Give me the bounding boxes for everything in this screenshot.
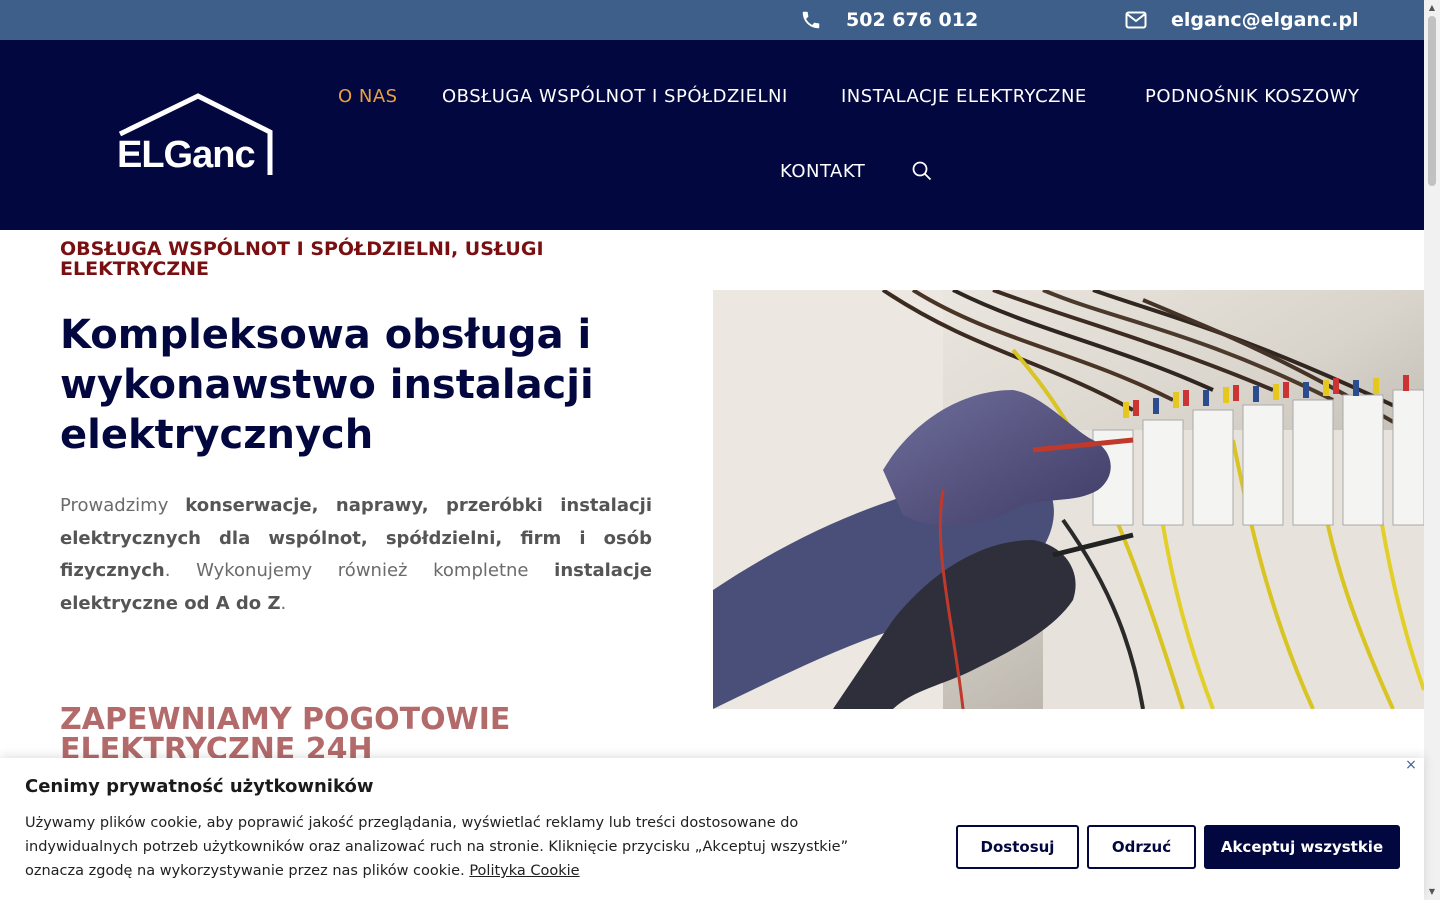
email-link[interactable]: elganc@elganc.pl	[1125, 0, 1359, 40]
scroll-up-arrow-icon[interactable]: ▲	[1424, 0, 1440, 16]
phone-icon	[802, 11, 820, 29]
site-header: ELGanc O NAS OBSŁUGA WSPÓLNOT I SPÓŁDZIE…	[0, 40, 1424, 230]
logo-text: ELGanc	[117, 134, 256, 176]
page-scrollbar[interactable]: ▲ ▼	[1424, 0, 1440, 900]
hero-description: Prowadzimy konserwacje, naprawy, przerób…	[60, 495, 652, 614]
search-button[interactable]	[911, 160, 933, 182]
cookie-text: Używamy plików cookie, aby poprawić jako…	[25, 815, 849, 879]
nav-kontakt[interactable]: KONTAKT	[780, 161, 865, 182]
site-logo[interactable]: ELGanc	[112, 90, 282, 185]
top-contact-bar: 502 676 012 elganc@elganc.pl	[0, 0, 1424, 40]
section-eyebrow: OBSŁUGA WSPÓLNOT I SPÓŁDZIELNI, USŁUGI E…	[60, 238, 544, 280]
electrician-photo	[713, 290, 1424, 709]
customize-button[interactable]: Dostosuj	[956, 825, 1079, 869]
emergency-section-title: ZAPEWNIAMY POGOTOWIE ELEKTRYCZNE 24H	[60, 702, 511, 767]
nav-instalacje-elektryczne[interactable]: INSTALACJE ELEKTRYCZNE	[841, 86, 1087, 107]
nav-podnosnik-koszowy[interactable]: PODNOŚNIK KOSZOWY	[1145, 86, 1359, 107]
phone-link[interactable]: 502 676 012	[800, 0, 978, 40]
cookie-consent-banner: × Cenimy prywatność użytkowników Używamy…	[0, 758, 1424, 900]
phone-number: 502 676 012	[846, 9, 979, 31]
nav-obsluga-wspolnot[interactable]: OBSŁUGA WSPÓLNOT I SPÓŁDZIELNI	[442, 86, 788, 107]
close-icon[interactable]: ×	[1404, 758, 1418, 772]
scrollbar-thumb[interactable]	[1428, 16, 1436, 186]
page-headline: Kompleksowa obsługa i wykonawstwo instal…	[60, 312, 594, 458]
email-address: elganc@elganc.pl	[1171, 9, 1359, 31]
reject-button[interactable]: Odrzuć	[1087, 825, 1196, 869]
accept-all-button[interactable]: Akceptuj wszystkie	[1204, 825, 1400, 869]
search-icon	[912, 161, 932, 181]
scroll-down-arrow-icon[interactable]: ▼	[1424, 884, 1440, 900]
nav-o-nas[interactable]: O NAS	[338, 86, 398, 107]
cookie-policy-link[interactable]: Polityka Cookie	[469, 863, 579, 879]
cookie-title: Cenimy prywatność użytkowników	[25, 776, 374, 797]
envelope-icon	[1125, 11, 1147, 29]
